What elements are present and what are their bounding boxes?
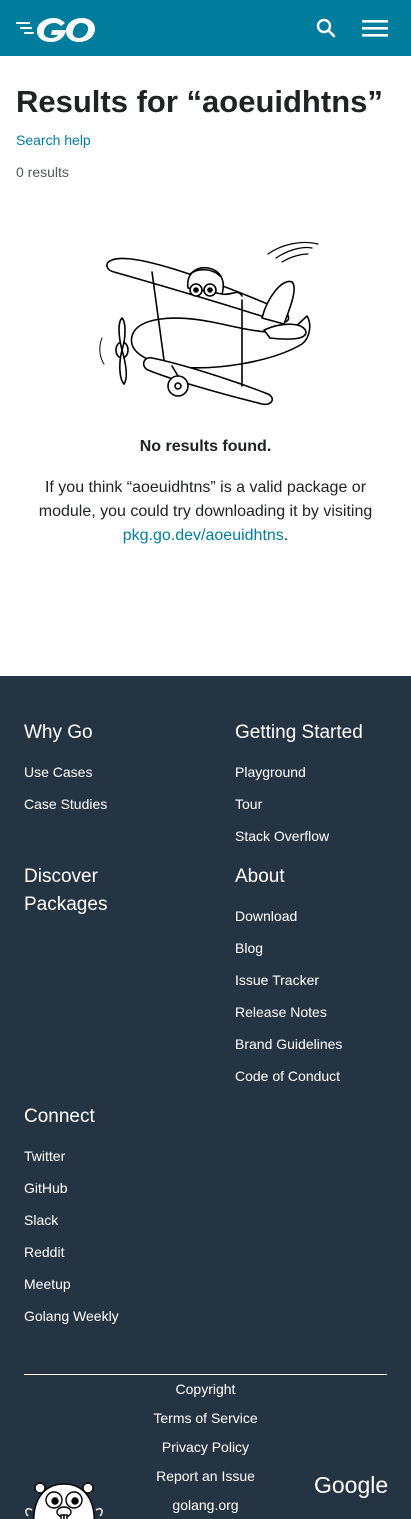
footer-link-tour[interactable]: Tour [235, 795, 262, 813]
page-title: Results for “aoeuidhtns” [16, 84, 383, 119]
footer-heading-why-go[interactable]: Why Go [24, 719, 93, 747]
footer-link-code-of-conduct[interactable]: Code of Conduct [235, 1067, 340, 1085]
footer-heading-discover-packages[interactable]: Discover Packages [24, 863, 144, 919]
message-period: . [283, 527, 289, 544]
footer-link-stack-overflow[interactable]: Stack Overflow [235, 827, 329, 845]
footer-heading-getting-started[interactable]: Getting Started [235, 719, 363, 747]
footer-divider [24, 1374, 387, 1375]
footer-link-terms-of-service[interactable]: Terms of Service [0, 1409, 411, 1427]
footer-link-release-notes[interactable]: Release Notes [235, 1003, 327, 1021]
footer-link-issue-tracker[interactable]: Issue Tracker [235, 971, 319, 989]
footer-link-case-studies[interactable]: Case Studies [24, 795, 107, 813]
footer-link-reddit[interactable]: Reddit [24, 1243, 64, 1261]
footer-heading-about[interactable]: About [235, 863, 285, 891]
footer-link-playground[interactable]: Playground [235, 763, 306, 781]
no-results-message: If you think “aoeuidhtns” is a valid pac… [32, 476, 379, 548]
footer-link-github[interactable]: GitHub [24, 1179, 68, 1197]
footer-link-privacy-policy[interactable]: Privacy Policy [0, 1438, 411, 1456]
footer-link-use-cases[interactable]: Use Cases [24, 763, 92, 781]
pkg-go-dev-link[interactable]: pkg.go.dev/aoeuidhtns [123, 527, 284, 544]
gopher-mascot-icon [25, 1482, 103, 1519]
go-logo[interactable] [16, 12, 100, 44]
no-results-heading: No results found. [139, 438, 272, 455]
no-results-message-text: If you think “aoeuidhtns” is a valid pac… [38, 479, 373, 520]
footer-link-golang-weekly[interactable]: Golang Weekly [24, 1307, 119, 1325]
result-count: 0 results [16, 164, 69, 180]
search-icon[interactable] [314, 16, 338, 40]
footer-link-brand-guidelines[interactable]: Brand Guidelines [235, 1035, 342, 1053]
search-help-link[interactable]: Search help [16, 131, 91, 149]
site-footer: Why Go Use Cases Case Studies Getting St… [0, 676, 411, 1519]
footer-link-slack[interactable]: Slack [24, 1211, 58, 1229]
footer-link-copyright[interactable]: Copyright [0, 1380, 411, 1398]
site-header [0, 0, 411, 56]
gopher-biplane-icon [99, 241, 319, 406]
hamburger-menu-icon[interactable] [362, 18, 388, 38]
footer-link-meetup[interactable]: Meetup [24, 1275, 71, 1293]
google-logo[interactable]: Google [314, 1472, 388, 1498]
footer-link-download[interactable]: Download [235, 907, 297, 925]
footer-heading-connect[interactable]: Connect [24, 1103, 95, 1131]
footer-link-twitter[interactable]: Twitter [24, 1147, 65, 1165]
footer-link-blog[interactable]: Blog [235, 939, 263, 957]
